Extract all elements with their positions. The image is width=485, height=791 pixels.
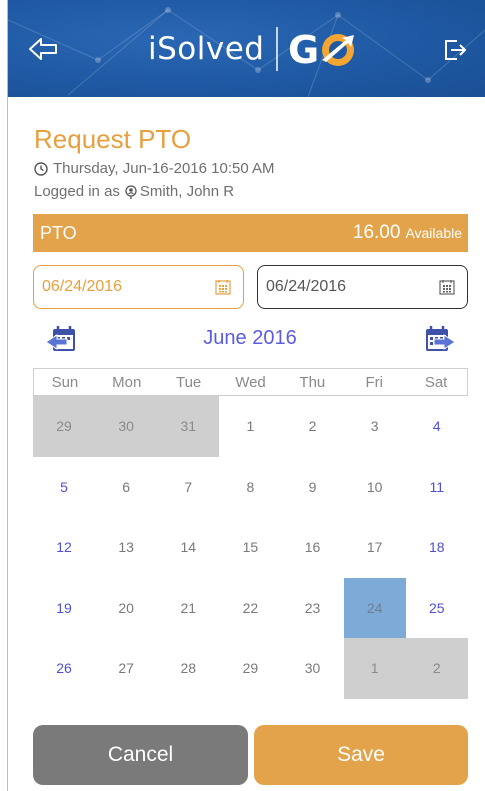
calendar-day[interactable]: 8 bbox=[219, 457, 281, 518]
calendar-day[interactable]: 10 bbox=[344, 457, 406, 518]
brand-divider bbox=[276, 27, 278, 71]
logged-in-prefix: Logged in as bbox=[34, 183, 120, 200]
calendar-day[interactable]: 20 bbox=[95, 578, 157, 639]
calendar-day[interactable]: 16 bbox=[282, 517, 344, 578]
calendar-day[interactable]: 7 bbox=[157, 457, 219, 518]
clock-icon bbox=[34, 161, 48, 176]
current-datetime: Thursday, Jun-16-2016 10:50 AM bbox=[53, 160, 275, 177]
calendar-day[interactable]: 31 bbox=[157, 396, 220, 457]
datetime-row: Thursday, Jun-16-2016 10:50 AM bbox=[34, 160, 275, 177]
save-button[interactable]: Save bbox=[254, 725, 468, 785]
calendar-days: 29 30 31 1 2 3 4 5 6 7 8 9 10 11 12 13 1… bbox=[33, 396, 468, 699]
calendar-day[interactable]: 22 bbox=[219, 578, 281, 639]
calendar-day[interactable]: 17 bbox=[344, 517, 406, 578]
calendar-day[interactable]: 2 bbox=[282, 396, 344, 457]
calendar-day[interactable]: 25 bbox=[406, 578, 468, 639]
brand-name: iSolved bbox=[148, 31, 265, 67]
calendar-day[interactable]: 23 bbox=[282, 578, 344, 639]
calendar-day[interactable]: 12 bbox=[33, 517, 95, 578]
calendar-day[interactable]: 1 bbox=[343, 638, 406, 699]
weekday-label: Sun bbox=[51, 373, 79, 391]
brand-logo: iSolved G bbox=[148, 26, 362, 72]
calendar-day[interactable]: 5 bbox=[33, 457, 95, 518]
svg-text:G: G bbox=[288, 28, 319, 72]
back-arrow-icon[interactable] bbox=[26, 34, 60, 64]
calendar-day[interactable]: 11 bbox=[406, 457, 468, 518]
calendar-day[interactable]: 6 bbox=[95, 457, 157, 518]
logout-icon[interactable] bbox=[441, 36, 471, 64]
to-date-field[interactable]: 06/24/2016 bbox=[257, 265, 468, 309]
user-pin-icon bbox=[124, 184, 138, 199]
calendar-day[interactable]: 30 bbox=[282, 638, 344, 699]
calendar-day-selected[interactable]: 24 bbox=[343, 577, 406, 638]
calendar-day[interactable]: 9 bbox=[282, 457, 344, 518]
from-date-value: 06/24/2016 bbox=[42, 278, 123, 295]
calendar-day[interactable]: 2 bbox=[405, 638, 468, 699]
calendar-day[interactable]: 4 bbox=[406, 396, 468, 457]
calendar-icon[interactable] bbox=[215, 279, 231, 295]
calendar-day[interactable]: 3 bbox=[344, 396, 406, 457]
weekday-header: Sun Mon Tue Wed Thu Fri Sat bbox=[33, 368, 468, 396]
calendar-icon[interactable] bbox=[439, 279, 455, 295]
previous-month-icon[interactable] bbox=[45, 325, 79, 355]
calendar-day[interactable]: 30 bbox=[95, 396, 158, 457]
calendar-day[interactable]: 1 bbox=[219, 396, 281, 457]
weekday-label: Fri bbox=[365, 373, 383, 391]
calendar-day[interactable]: 14 bbox=[157, 517, 219, 578]
next-month-icon[interactable] bbox=[422, 325, 456, 355]
app-header: iSolved G bbox=[8, 0, 485, 97]
calendar-day[interactable]: 15 bbox=[219, 517, 281, 578]
calendar-day[interactable]: 27 bbox=[95, 638, 157, 699]
go-logo-icon: G bbox=[288, 26, 362, 72]
calendar-day[interactable]: 29 bbox=[219, 638, 281, 699]
from-date-field[interactable]: 06/24/2016 bbox=[33, 265, 244, 309]
calendar-day[interactable]: 19 bbox=[33, 578, 95, 639]
calendar-day[interactable]: 18 bbox=[406, 517, 468, 578]
user-name: Smith, John R bbox=[139, 183, 235, 200]
month-label: June 2016 bbox=[203, 327, 297, 349]
calendar-day[interactable]: 29 bbox=[33, 396, 96, 457]
page-title: Request PTO bbox=[34, 124, 192, 154]
cancel-button[interactable]: Cancel bbox=[33, 725, 248, 785]
weekday-label: Tue bbox=[175, 373, 202, 391]
pto-available-label: Available bbox=[405, 225, 462, 241]
calendar-day[interactable]: 28 bbox=[157, 638, 219, 699]
calendar-day[interactable]: 26 bbox=[33, 638, 95, 699]
logged-in-row: Logged in as Smith, John R bbox=[34, 183, 234, 200]
calendar-day[interactable]: 21 bbox=[157, 578, 219, 639]
weekday-label: Sat bbox=[424, 373, 448, 391]
pto-balance-bar: PTO 16.00 Available bbox=[33, 214, 468, 252]
weekday-label: Thu bbox=[299, 373, 326, 391]
pto-amount: 16.00 bbox=[352, 222, 401, 243]
to-date-value: 06/24/2016 bbox=[266, 278, 347, 295]
weekday-label: Mon bbox=[112, 373, 142, 391]
left-edge-line bbox=[7, 0, 8, 791]
calendar-day[interactable]: 13 bbox=[95, 517, 157, 578]
weekday-label: Wed bbox=[235, 373, 266, 391]
calendar-grid: Sun Mon Tue Wed Thu Fri Sat 29 30 31 1 2… bbox=[33, 368, 468, 699]
pto-label: PTO bbox=[40, 222, 77, 243]
